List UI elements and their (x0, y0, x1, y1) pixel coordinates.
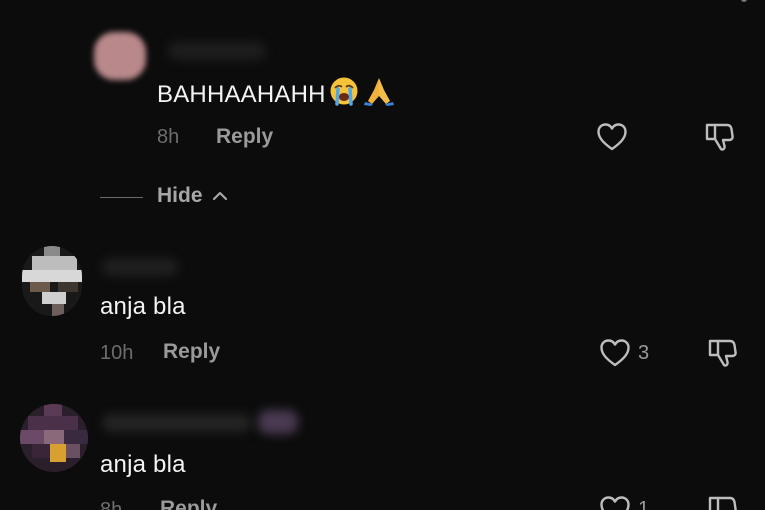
avatar[interactable] (94, 32, 146, 80)
chevron-up-icon (212, 191, 228, 201)
thumbs-down-icon[interactable] (706, 337, 738, 369)
loudly-crying-face-emoji (329, 76, 359, 113)
reply-button[interactable]: Reply (163, 340, 220, 364)
reply-button[interactable]: Reply (216, 125, 273, 149)
comment-body: anja bla (100, 293, 186, 320)
folded-hands-emoji (362, 76, 396, 113)
thumbs-down-icon[interactable] (703, 121, 735, 153)
comment-text: BAHHAAHAHH (157, 76, 396, 113)
username-blurred[interactable] (102, 414, 252, 432)
thumbs-down-icon[interactable] (706, 494, 738, 510)
username-blurred[interactable] (168, 42, 266, 60)
heart-outline-icon[interactable] (599, 338, 631, 368)
avatar[interactable] (22, 246, 82, 316)
comment-time: 10h (100, 342, 134, 364)
comment-time: 8h (100, 499, 123, 510)
heart-outline-icon[interactable] (599, 495, 631, 510)
comment-time: 8h (157, 126, 180, 148)
username-badge-blurred (258, 410, 298, 434)
hide-label: Hide (157, 184, 203, 207)
reply-button[interactable]: Reply (160, 497, 217, 510)
more-dot (741, 0, 747, 2)
comment-body: anja bla (100, 451, 186, 478)
comments-screen: BAHHAAHAHH 8h Reply Hide anja bla 10h Re… (0, 0, 765, 510)
like-count: 3 (638, 342, 650, 364)
username-blurred[interactable] (102, 258, 178, 276)
heart-outline-icon[interactable] (596, 122, 628, 152)
hide-divider (100, 197, 143, 198)
like-count: 1 (638, 498, 650, 510)
comment-body: BAHHAAHAHH (157, 81, 326, 108)
avatar[interactable] (20, 404, 88, 472)
